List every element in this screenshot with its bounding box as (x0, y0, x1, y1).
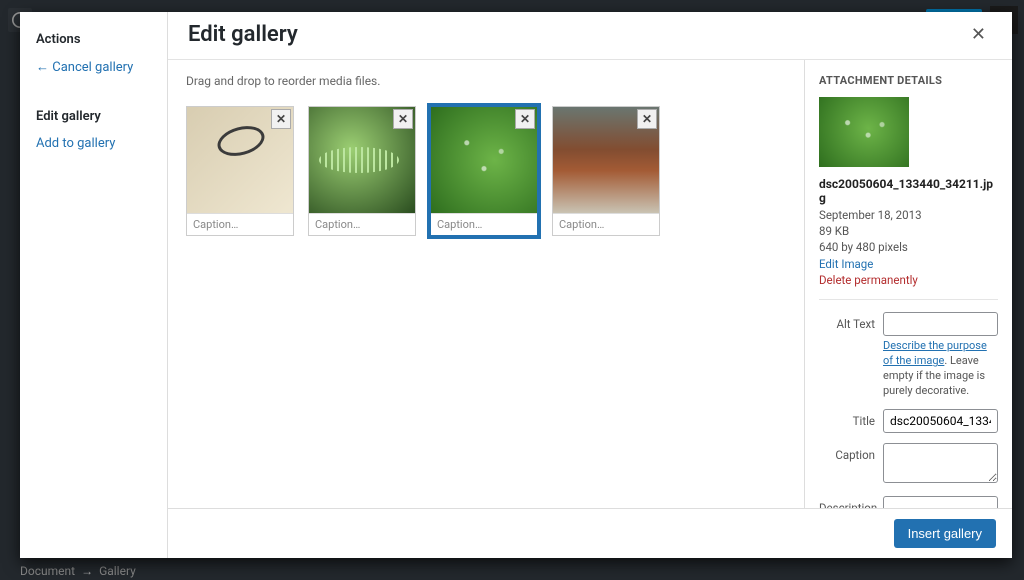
edit-image-link[interactable]: Edit Image (819, 257, 998, 271)
title-label: Title (819, 409, 875, 428)
attachment-dimensions: 640 by 480 pixels (819, 239, 998, 255)
thumb-caption-input[interactable]: Caption… (553, 213, 659, 235)
title-input[interactable] (883, 409, 998, 433)
remove-thumb-icon[interactable]: ✕ (271, 109, 291, 129)
insert-gallery-button[interactable]: Insert gallery (894, 519, 996, 548)
attachment-details-panel: ATTACHMENT DETAILS dsc20050604_133440_34… (804, 60, 1012, 508)
actions-heading: Actions (20, 22, 167, 53)
gallery-thumb[interactable]: ✕ Caption… (186, 106, 294, 236)
description-textarea[interactable] (883, 496, 998, 508)
add-to-gallery-link[interactable]: Add to gallery (20, 130, 167, 157)
gallery-thumb-selected[interactable]: ✕ Caption… (430, 106, 538, 236)
reorder-hint: Drag and drop to reorder media files. (186, 74, 786, 88)
close-icon[interactable]: ✕ (965, 22, 992, 47)
caption-label: Caption (819, 443, 875, 462)
breadcrumb: Document→Gallery (20, 564, 136, 578)
remove-thumb-icon[interactable]: ✕ (393, 109, 413, 129)
gallery-thumb[interactable]: ✕ Caption… (552, 106, 660, 236)
alt-text-input[interactable] (883, 312, 998, 336)
alt-text-label: Alt Text (819, 312, 875, 331)
remove-thumb-icon[interactable]: ✕ (515, 109, 535, 129)
modal-sidebar: Actions Cancel gallery Edit gallery Add … (20, 12, 168, 558)
edit-gallery-modal: Actions Cancel gallery Edit gallery Add … (20, 12, 1012, 558)
caption-textarea[interactable] (883, 443, 998, 483)
modal-title: Edit gallery (188, 22, 298, 47)
attachment-filename: dsc20050604_133440_34211.jpg (819, 177, 998, 205)
thumb-caption-input[interactable]: Caption… (431, 213, 537, 235)
attachment-size: 89 KB (819, 223, 998, 239)
cancel-gallery-link[interactable]: Cancel gallery (20, 53, 167, 81)
thumb-caption-input[interactable]: Caption… (187, 213, 293, 235)
delete-permanently-link[interactable]: Delete permanently (819, 273, 998, 287)
attachment-preview (819, 97, 909, 167)
gallery-thumb[interactable]: ✕ Caption… (308, 106, 416, 236)
thumb-caption-input[interactable]: Caption… (309, 213, 415, 235)
remove-thumb-icon[interactable]: ✕ (637, 109, 657, 129)
alt-text-help: Describe the purpose of the image. Leave… (883, 339, 998, 398)
attachment-date: September 18, 2013 (819, 207, 998, 223)
gallery-area: Drag and drop to reorder media files. ✕ … (168, 60, 804, 508)
description-label: Description (819, 496, 875, 508)
attachment-details-heading: ATTACHMENT DETAILS (819, 74, 998, 87)
edit-gallery-heading: Edit gallery (20, 99, 167, 130)
